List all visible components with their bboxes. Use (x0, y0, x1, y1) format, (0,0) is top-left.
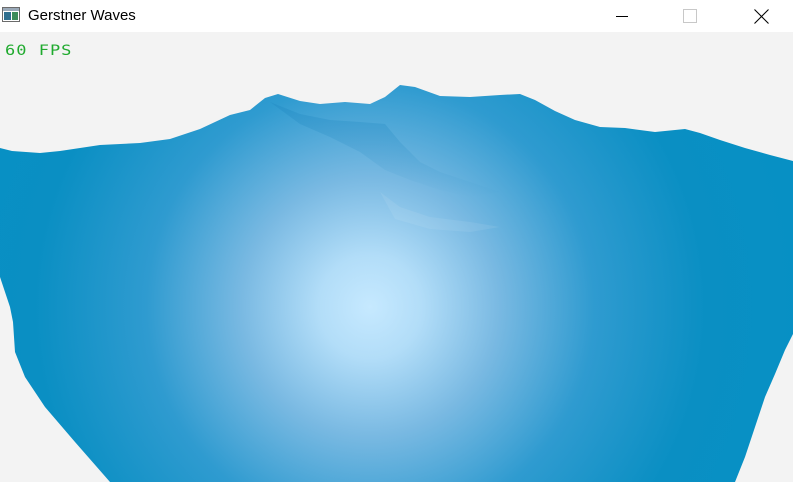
gerstner-water-surface (0, 85, 793, 482)
close-button[interactable] (738, 0, 784, 32)
fps-counter: 60 FPS (5, 42, 73, 59)
maximize-icon (683, 9, 697, 23)
application-window: Gerstner Waves 60 FPS (0, 0, 793, 482)
window-app-icon (2, 7, 20, 22)
close-icon (753, 8, 769, 24)
render-viewport[interactable]: 60 FPS (0, 32, 793, 482)
maximize-button[interactable] (667, 0, 713, 32)
title-bar[interactable]: Gerstner Waves (0, 0, 793, 32)
window-title: Gerstner Waves (28, 7, 136, 24)
minimize-icon (616, 16, 628, 17)
minimize-button[interactable] (599, 0, 645, 32)
